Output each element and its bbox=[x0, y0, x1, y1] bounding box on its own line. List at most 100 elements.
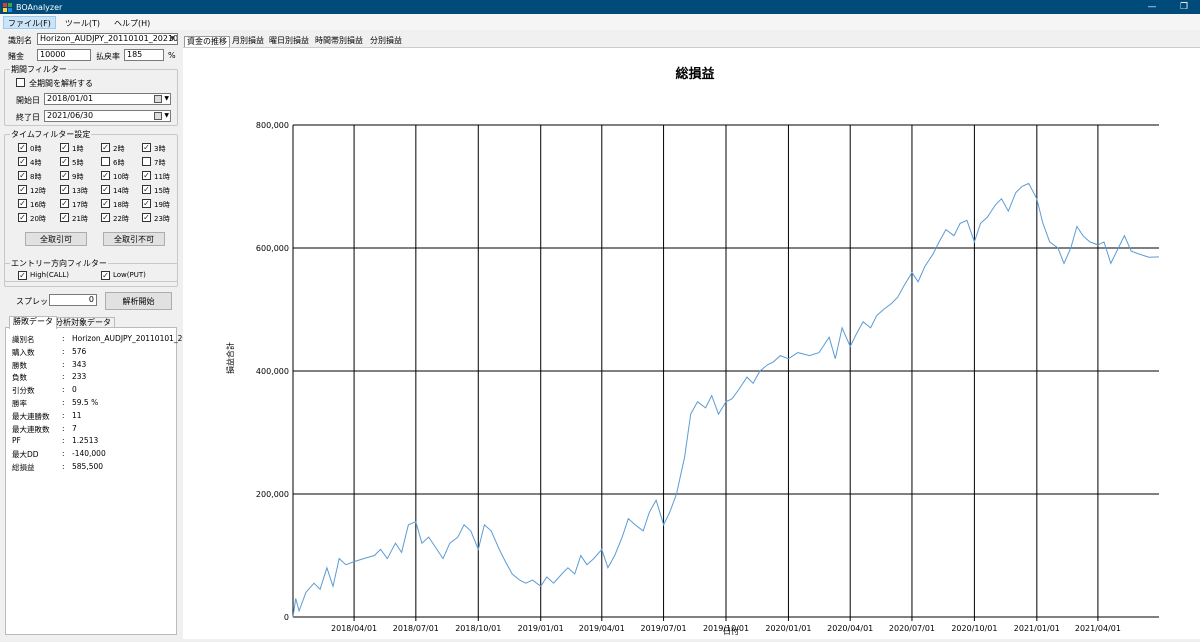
deselect-all-button[interactable]: 全取引不可 bbox=[103, 232, 165, 246]
period-filter-title: 期間フィルター bbox=[10, 64, 68, 75]
hour-checkbox[interactable]: ✓ bbox=[142, 185, 151, 194]
stat-key: 勝率 bbox=[12, 399, 27, 408]
x-tick-label: 2020/04/01 bbox=[827, 624, 873, 633]
chevron-down-icon[interactable]: ▼ bbox=[168, 34, 177, 44]
app-logo-icon bbox=[3, 2, 12, 12]
hour-checkbox[interactable]: ✓ bbox=[60, 199, 69, 208]
hour-checkbox[interactable]: ✓ bbox=[60, 185, 69, 194]
settings-panel: 識別名 Horizon_AUDJPY_20110101_20210630 ▼ 賭… bbox=[0, 30, 197, 639]
minimize-icon[interactable]: — bbox=[1136, 0, 1168, 14]
hour-label: 5時 bbox=[72, 159, 84, 167]
stat-value: 0 bbox=[72, 385, 77, 395]
x-tick-label: 2021/01/01 bbox=[1014, 624, 1060, 633]
grid-lines bbox=[292, 124, 1159, 621]
hour-checkbox[interactable]: ✓ bbox=[142, 199, 151, 208]
hour-checkbox[interactable] bbox=[101, 157, 110, 166]
stat-value: Horizon_AUDJPY_20110101_2021 bbox=[72, 334, 197, 343]
hour-checkbox[interactable]: ✓ bbox=[18, 157, 27, 166]
hour-checkbox[interactable]: ✓ bbox=[142, 143, 151, 152]
chart-panel: 資金の推移 月別損益 曜日別損益 時間帯別損益 分別損益 総損益 日付 損益合計… bbox=[181, 30, 1200, 639]
stat-key: 最大連敗数 bbox=[12, 424, 50, 434]
low-put-checkbox[interactable]: ✓ bbox=[101, 271, 110, 280]
hour-checkbox[interactable] bbox=[142, 157, 151, 166]
balance-chart: 総損益 日付 損益合計 0200,000400,000600,000800,00… bbox=[225, 66, 1160, 636]
high-call-checkbox[interactable]: ✓ bbox=[18, 271, 27, 280]
payout-label: 払戻率 bbox=[96, 52, 120, 61]
hour-checkbox[interactable]: ✓ bbox=[101, 185, 110, 194]
entry-filter-title: エントリー方向フィルター bbox=[10, 258, 108, 269]
x-tick-label: 2020/07/01 bbox=[889, 624, 935, 633]
stat-key: 購入数 bbox=[12, 347, 35, 357]
hour-label: 20時 bbox=[30, 215, 46, 223]
stat-value: 7 bbox=[72, 423, 77, 433]
stat-key: 識別名 bbox=[12, 335, 35, 344]
hour-checkbox[interactable]: ✓ bbox=[101, 199, 110, 208]
menu-help[interactable]: ヘルプ(H) bbox=[109, 16, 155, 29]
hour-checkbox[interactable]: ✓ bbox=[142, 171, 151, 180]
title-bar: BOAnalyzer — ❐ bbox=[0, 0, 1200, 14]
hour-label: 16時 bbox=[30, 201, 46, 209]
hour-label: 21時 bbox=[72, 215, 88, 223]
hour-label: 11時 bbox=[154, 173, 170, 181]
restore-icon[interactable]: ❐ bbox=[1168, 0, 1200, 14]
stat-colon: : bbox=[62, 462, 65, 471]
hour-checkbox[interactable]: ✓ bbox=[18, 213, 27, 222]
stat-colon: : bbox=[62, 372, 65, 382]
hour-checkbox[interactable]: ✓ bbox=[101, 213, 110, 222]
hour-checkbox[interactable]: ✓ bbox=[60, 143, 69, 152]
x-tick-label: 2020/10/01 bbox=[951, 624, 997, 633]
chevron-down-icon[interactable]: ▼ bbox=[164, 94, 169, 104]
window-title: BOAnalyzer bbox=[16, 2, 63, 12]
analyze-button[interactable]: 解析開始 bbox=[105, 292, 172, 310]
hour-label: 2時 bbox=[113, 145, 125, 153]
hour-checkbox[interactable]: ✓ bbox=[18, 185, 27, 194]
hour-checkbox[interactable]: ✓ bbox=[18, 143, 27, 152]
hour-label: 1時 bbox=[72, 145, 84, 153]
analyze-all-checkbox[interactable] bbox=[16, 78, 25, 87]
analyze-all-label: 全期間を解析する bbox=[29, 79, 93, 88]
hour-label: 19時 bbox=[154, 201, 170, 209]
stat-colon: : bbox=[62, 398, 65, 407]
hour-checkbox[interactable]: ✓ bbox=[18, 171, 27, 180]
start-date-picker[interactable]: 2018/01/01 ▼ bbox=[44, 93, 171, 105]
hour-label: 10時 bbox=[113, 173, 129, 181]
period-filter-group: 期間フィルター 全期間を解析する 開始日 2018/01/01 ▼ 終了日 20… bbox=[4, 64, 178, 126]
stat-value: 59.5 % bbox=[72, 398, 99, 407]
stake-input[interactable]: 10000 bbox=[37, 49, 91, 61]
low-put-label: Low(PUT) bbox=[113, 271, 146, 279]
stat-colon: : bbox=[62, 423, 65, 433]
stat-colon: : bbox=[62, 436, 65, 446]
hour-label: 22時 bbox=[113, 215, 129, 223]
calendar-icon[interactable] bbox=[154, 112, 162, 120]
menu-file[interactable]: ファイル(F) bbox=[3, 15, 56, 29]
hour-label: 15時 bbox=[154, 187, 170, 195]
calendar-icon[interactable] bbox=[154, 95, 162, 103]
payout-input[interactable]: 185 bbox=[124, 49, 164, 61]
stat-key: 負数 bbox=[12, 373, 27, 383]
time-filter-title: タイムフィルター設定 bbox=[10, 129, 92, 140]
x-tick-label: 2019/01/01 bbox=[518, 624, 564, 633]
hour-label: 23時 bbox=[154, 215, 170, 223]
select-all-button[interactable]: 全取引可 bbox=[25, 232, 87, 246]
chevron-down-icon[interactable]: ▼ bbox=[164, 111, 169, 121]
hour-checkbox[interactable]: ✓ bbox=[101, 143, 110, 152]
chart-title: 総損益 bbox=[675, 66, 714, 82]
tab-results[interactable]: 勝敗データ bbox=[9, 316, 57, 329]
hour-checkbox[interactable]: ✓ bbox=[60, 171, 69, 180]
stat-colon: : bbox=[62, 449, 65, 459]
id-combobox[interactable]: Horizon_AUDJPY_20110101_20210630 ▼ bbox=[37, 33, 178, 45]
menu-tools[interactable]: ツール(T) bbox=[60, 16, 105, 29]
menu-bar: ファイル(F) ツール(T) ヘルプ(H) bbox=[0, 14, 1200, 30]
x-tick-label: 2019/10/01 bbox=[703, 624, 749, 633]
payout-unit: % bbox=[168, 51, 176, 60]
hour-checkbox[interactable]: ✓ bbox=[60, 157, 69, 166]
end-date-picker[interactable]: 2021/06/30 ▼ bbox=[44, 110, 171, 122]
spread-input[interactable]: 0 bbox=[49, 294, 97, 306]
hour-checkbox[interactable]: ✓ bbox=[18, 199, 27, 208]
stat-value: 585,500 bbox=[72, 462, 104, 471]
stat-value: 1.2513 bbox=[72, 436, 99, 446]
hour-checkbox[interactable]: ✓ bbox=[142, 213, 151, 222]
hour-label: 13時 bbox=[72, 187, 88, 195]
hour-checkbox[interactable]: ✓ bbox=[101, 171, 110, 180]
hour-checkbox[interactable]: ✓ bbox=[60, 213, 69, 222]
